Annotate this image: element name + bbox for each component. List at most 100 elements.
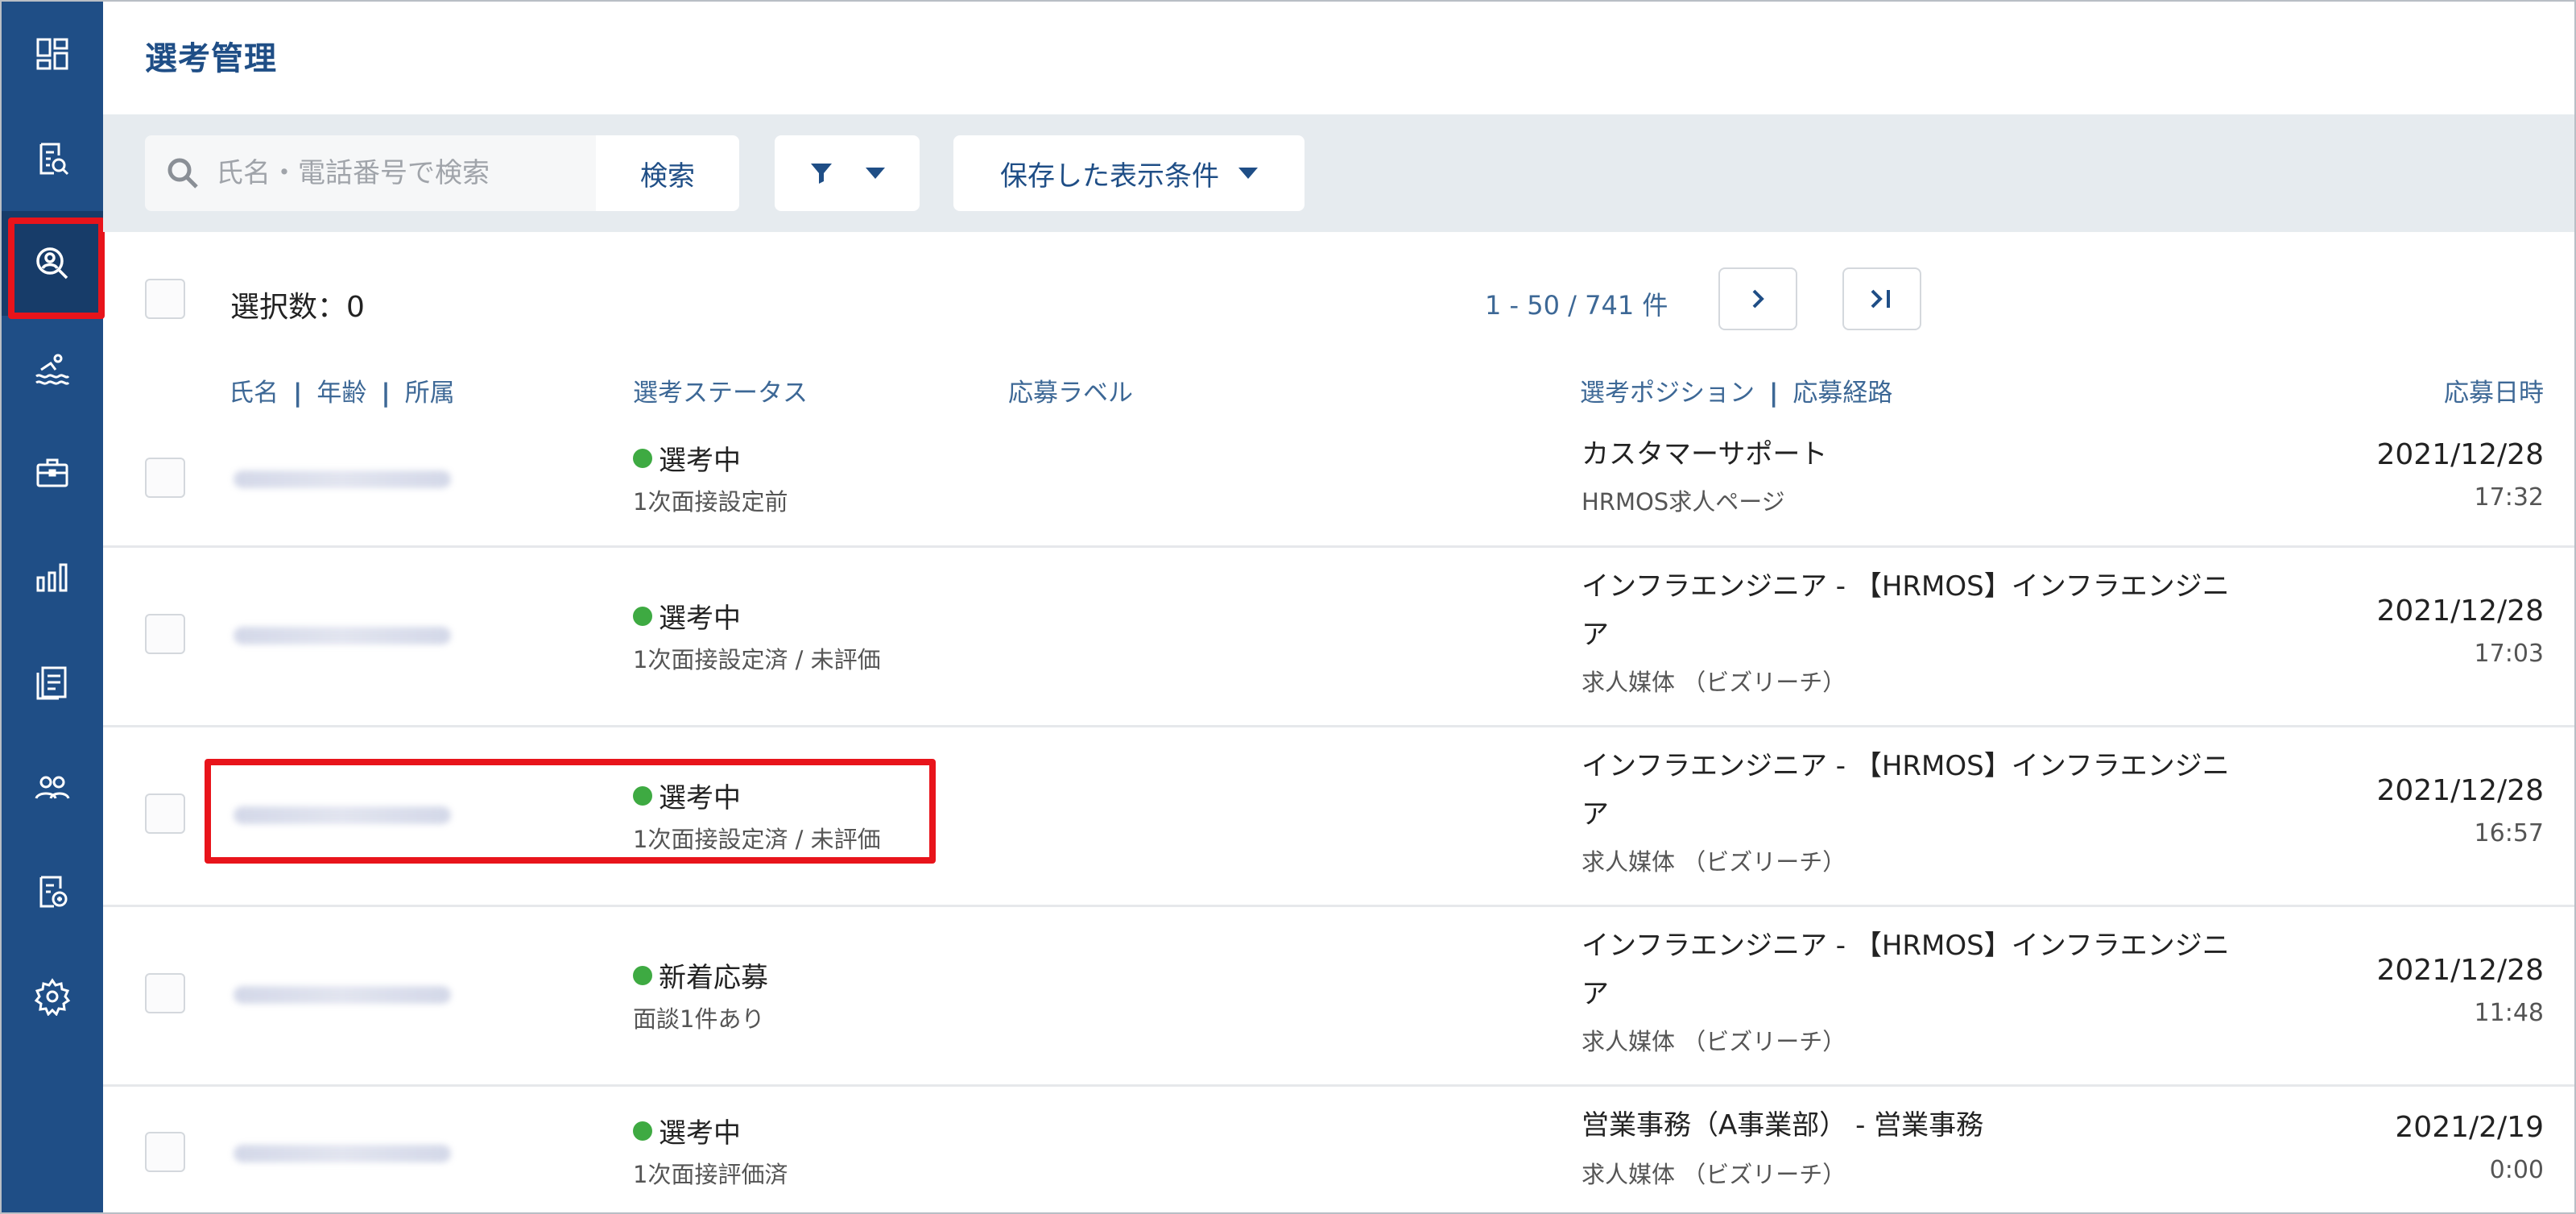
applied-date: 2021/12/28 <box>2376 774 2545 807</box>
column-header-name[interactable]: 氏名 <box>229 379 279 408</box>
status-sub: 1次面接設定済 / 未評価 <box>633 646 881 673</box>
route-text: 求人媒体 （ビズリーチ） <box>1582 1028 1846 1055</box>
page-header: 選考管理 <box>103 2 2574 114</box>
position-text: インフラエンジニア - 【HRMOS】インフラエンジニア <box>1582 930 2230 1010</box>
page-title: 選考管理 <box>145 40 277 77</box>
table-row[interactable]: 選考中 1次面接設定前 カスタマーサポート HRMOS求人ページ 2021/12… <box>103 421 2574 548</box>
status-text: 選考中 <box>633 438 741 478</box>
status-label: 選考中 <box>659 445 741 477</box>
nav-settings[interactable] <box>2 944 103 1049</box>
status-dot <box>633 606 652 626</box>
next-page-button[interactable] <box>1718 267 1797 330</box>
status-text: 新着応募 <box>633 955 768 995</box>
applied-date: 2021/2/19 <box>2395 1111 2544 1144</box>
candidate-name-blurred[interactable] <box>234 470 451 488</box>
candidate-name-blurred[interactable] <box>234 986 451 1004</box>
table-row[interactable]: 新着応募 面談1件あり インフラエンジニア - 【HRMOS】インフラエンジニア… <box>103 907 2574 1087</box>
status-sub: 面談1件あり <box>633 1005 765 1033</box>
document-search-icon <box>39 143 69 176</box>
route-text: 求人媒体 （ビズリーチ） <box>1582 848 1846 876</box>
forms-icon <box>36 666 67 700</box>
gear-icon <box>34 978 71 1016</box>
separator: | <box>293 379 303 408</box>
column-header-position[interactable]: 選考ポジション <box>1580 379 1755 408</box>
column-header-status[interactable]: 選考ステータス <box>633 372 808 408</box>
document-settings-icon <box>39 876 68 908</box>
row-checkbox[interactable] <box>145 793 185 834</box>
applied-date: 2021/12/28 <box>2376 595 2545 628</box>
filter-icon <box>811 164 832 184</box>
chevron-down-icon <box>866 168 885 179</box>
position-text: インフラエンジニア - 【HRMOS】インフラエンジニア <box>1582 750 2230 831</box>
nav-jobs[interactable] <box>2 421 103 525</box>
status-label: 選考中 <box>659 603 741 635</box>
search-button[interactable]: 検索 <box>596 135 739 211</box>
applied-time: 16:57 <box>2474 819 2544 847</box>
column-header-affiliation[interactable]: 所属 <box>405 379 455 408</box>
search-box <box>145 135 596 211</box>
position-text: インフラエンジニア - 【HRMOS】インフラエンジニア <box>1582 570 2230 651</box>
applied-time: 11:48 <box>2474 999 2544 1027</box>
applied-time: 17:03 <box>2474 640 2544 668</box>
column-header-position-group: 選考ポジション | 応募経路 <box>1580 372 1892 408</box>
column-header-name-group: 氏名 | 年齢 | 所属 <box>229 372 455 408</box>
row-checkbox[interactable] <box>145 1132 185 1172</box>
select-all-checkbox[interactable] <box>145 279 185 319</box>
nav-selection[interactable] <box>2 211 105 319</box>
last-page-button[interactable] <box>1842 267 1921 330</box>
applied-date: 2021/12/28 <box>2376 438 2545 471</box>
saved-conditions-dropdown[interactable]: 保存した表示条件 <box>953 135 1305 211</box>
status-sub: 1次面接設定前 <box>633 488 788 516</box>
candidate-search-icon <box>36 247 68 280</box>
table-row[interactable]: 選考中 1次面接評価済 営業事務（A事業部） - 営業事務 求人媒体 （ビズリー… <box>103 1087 2574 1212</box>
sidebar <box>2 2 105 1212</box>
status-dot <box>633 1121 652 1141</box>
position-text: 営業事務（A事業部） - 営業事務 <box>1582 1109 1984 1141</box>
nav-reports[interactable] <box>2 525 103 630</box>
dashboard-icon <box>36 38 68 70</box>
search-icon <box>167 158 198 189</box>
toolbar: 検索 保存した表示条件 <box>103 114 2574 232</box>
row-checkbox[interactable] <box>145 458 185 498</box>
people-icon <box>35 776 70 799</box>
status-dot <box>633 448 652 468</box>
row-checkbox[interactable] <box>145 614 185 654</box>
column-header-age[interactable]: 年齢 <box>316 379 366 408</box>
status-text: 選考中 <box>633 596 741 636</box>
route-text: 求人媒体 （ビズリーチ） <box>1582 669 1846 696</box>
nav-forms[interactable] <box>2 630 103 735</box>
table-row[interactable]: 選考中 1次面接設定済 / 未評価 インフラエンジニア - 【HRMOS】インフ… <box>103 548 2574 727</box>
briefcase-icon <box>36 458 68 487</box>
selected-count: 選択数：0 <box>230 291 365 324</box>
nav-job-search[interactable] <box>2 106 103 211</box>
nav-document-settings[interactable] <box>2 839 103 944</box>
app-window: 選考管理 検索 保存した表示条件 選択数：0 1 - 50 / 741 件 氏名… <box>0 0 2576 1214</box>
status-sub: 1次面接評価済 <box>633 1161 788 1188</box>
column-header-date[interactable]: 応募日時 <box>2444 372 2544 408</box>
route-text: HRMOS求人ページ <box>1582 488 1785 516</box>
highlight-box <box>205 759 936 864</box>
status-label: 新着応募 <box>659 962 768 994</box>
status-dot <box>633 965 652 985</box>
separator: | <box>1769 379 1779 408</box>
route-text: 求人媒体 （ビズリーチ） <box>1582 1161 1846 1188</box>
chevron-down-icon <box>1238 168 1258 179</box>
separator: | <box>381 379 391 408</box>
candidate-name-blurred[interactable] <box>234 627 451 644</box>
position-text: カスタマーサポート <box>1582 438 1828 470</box>
column-header-route[interactable]: 応募経路 <box>1792 379 1892 408</box>
nav-members[interactable] <box>2 735 103 839</box>
status-text: 選考中 <box>633 1111 741 1150</box>
nav-dashboard[interactable] <box>2 2 103 106</box>
status-label: 選考中 <box>659 1117 741 1150</box>
filter-button[interactable] <box>775 135 920 211</box>
last-page-icon <box>1871 289 1890 309</box>
nav-recruiting-activity[interactable] <box>2 316 103 421</box>
bar-chart-icon <box>36 563 68 592</box>
search-input[interactable] <box>214 156 588 190</box>
chevron-right-icon <box>1752 289 1764 309</box>
column-header-label[interactable]: 応募ラベル <box>1008 372 1133 408</box>
candidate-name-blurred[interactable] <box>234 1145 451 1162</box>
swimmer-icon <box>35 354 70 385</box>
row-checkbox[interactable] <box>145 973 185 1013</box>
